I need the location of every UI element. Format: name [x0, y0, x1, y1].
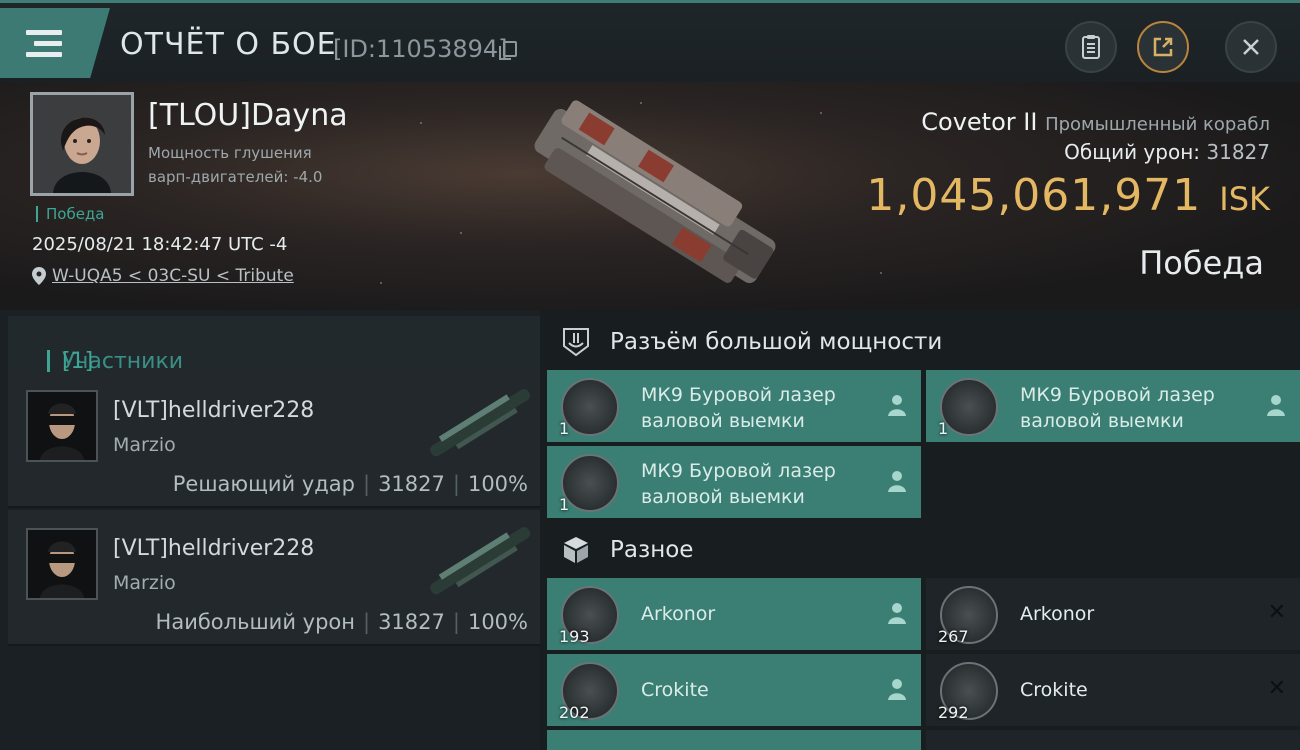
close-button[interactable] — [1225, 21, 1277, 73]
participant-corp: Marzio — [113, 572, 176, 594]
item-slot-partial[interactable] — [926, 730, 1300, 750]
battle-result: Победа — [1139, 244, 1264, 282]
item-name: Arkonor — [1020, 603, 1095, 625]
mining-laser-icon — [561, 378, 619, 436]
mining-laser-icon — [940, 378, 998, 436]
item-slot[interactable]: 267 Arkonor ✕ — [926, 578, 1300, 650]
victim-stat-label: Мощность глушения — [148, 144, 312, 162]
mining-laser-icon — [561, 454, 619, 512]
dropped-owner-icon — [1267, 395, 1285, 416]
participant-name: [VLT]helldriver228 — [113, 536, 315, 561]
clipboard-icon — [1082, 35, 1100, 59]
copy-icon[interactable] — [499, 41, 517, 60]
participant-row[interactable]: [VLT]helldriver228 Marzio Решающий удар |… — [8, 372, 540, 508]
total-damage: Общий урон: 31827 — [1064, 140, 1270, 164]
item-slot[interactable]: 202 Crokite — [547, 654, 921, 726]
section-misc: Разное — [560, 520, 693, 580]
items-panel: Разъём большой мощности 1 МК9 Буровой ла… — [540, 310, 1300, 750]
participants-header[interactable]: Участники [1] — [8, 316, 540, 374]
kill-datetime: 2025/08/21 18:42:47 UTC -4 — [32, 234, 288, 255]
participant-corp: Marzio — [113, 434, 176, 456]
participant-avatar — [26, 528, 98, 600]
close-icon — [1243, 39, 1259, 55]
participant-stats: Наибольший урон | 31827 | 100% — [155, 610, 528, 634]
item-slot[interactable]: 292 Crokite ✕ — [926, 654, 1300, 726]
item-slot[interactable]: 1 МК9 Буровой лазер валовой выемки — [926, 370, 1300, 442]
participant-ship-image — [430, 389, 531, 457]
dropped-owner-icon — [888, 603, 906, 624]
clipboard-button[interactable] — [1065, 21, 1117, 73]
dropped-owner-icon — [888, 471, 906, 492]
destroyed-icon: ✕ — [1267, 600, 1286, 625]
destroyed-icon: ✕ — [1267, 676, 1286, 701]
victim-banner: [TLOU]Dayna Мощность глушения варп-двига… — [0, 82, 1300, 310]
location-link[interactable]: W-UQA5 < 03C-SU < Tribute — [52, 266, 294, 286]
victory-tag: Победа — [36, 206, 105, 222]
victim-name[interactable]: [TLOU]Dayna — [148, 98, 348, 133]
victim-ship-image[interactable] — [515, 96, 795, 296]
item-name: МК9 Буровой лазер валовой выемки — [641, 460, 836, 508]
item-name: Crokite — [641, 679, 709, 701]
item-name: Arkonor — [641, 603, 716, 625]
dropped-owner-icon — [888, 395, 906, 416]
victim-ship-name: Covetor II Промышленный корабл — [921, 108, 1270, 136]
participant-ship-image — [430, 527, 531, 595]
item-slot[interactable]: 1 МК9 Буровой лазер валовой выемки — [547, 446, 921, 518]
item-slot[interactable]: 1 МК9 Буровой лазер валовой выемки — [547, 370, 921, 442]
item-name: Crokite — [1020, 679, 1088, 701]
item-name: МК9 Буровой лазер валовой выемки — [1020, 384, 1215, 432]
participant-name: [VLT]helldriver228 — [113, 398, 315, 423]
item-slot[interactable]: 193 Arkonor — [547, 578, 921, 650]
page-title: ОТЧЁТ О БОЕ — [120, 27, 337, 62]
location-pin-icon — [32, 267, 46, 285]
report-id: [ID:11053894] — [333, 35, 508, 63]
top-bar: ОТЧЁТ О БОЕ [ID:11053894] — [0, 0, 1300, 82]
victim-ship-class: Промышленный корабл — [1045, 114, 1270, 135]
section-high-slots: Разъём большой мощности — [560, 312, 942, 372]
share-button[interactable] — [1137, 21, 1189, 73]
participants-panel: Участники [1] [VLT]helldriver228 Marzio … — [0, 310, 540, 750]
kill-location: W-UQA5 < 03C-SU < Tribute — [32, 266, 294, 286]
cube-icon — [564, 537, 588, 563]
victim-stat-value: варп-двигателей: -4.0 — [148, 168, 323, 186]
participant-avatar — [26, 390, 98, 462]
high-slot-icon — [563, 328, 589, 357]
menu-button[interactable] — [0, 8, 110, 78]
participant-row[interactable]: [VLT]helldriver228 Marzio Наибольший уро… — [8, 510, 540, 646]
participant-stats: Решающий удар | 31827 | 100% — [172, 472, 528, 496]
isk-value: 1,045,061,971 ISK — [866, 170, 1270, 221]
share-icon — [1153, 37, 1173, 57]
item-name: МК9 Буровой лазер валовой выемки — [641, 384, 836, 432]
dropped-owner-icon — [888, 679, 906, 700]
victim-portrait[interactable] — [30, 92, 134, 196]
item-slot-partial[interactable] — [547, 730, 921, 750]
